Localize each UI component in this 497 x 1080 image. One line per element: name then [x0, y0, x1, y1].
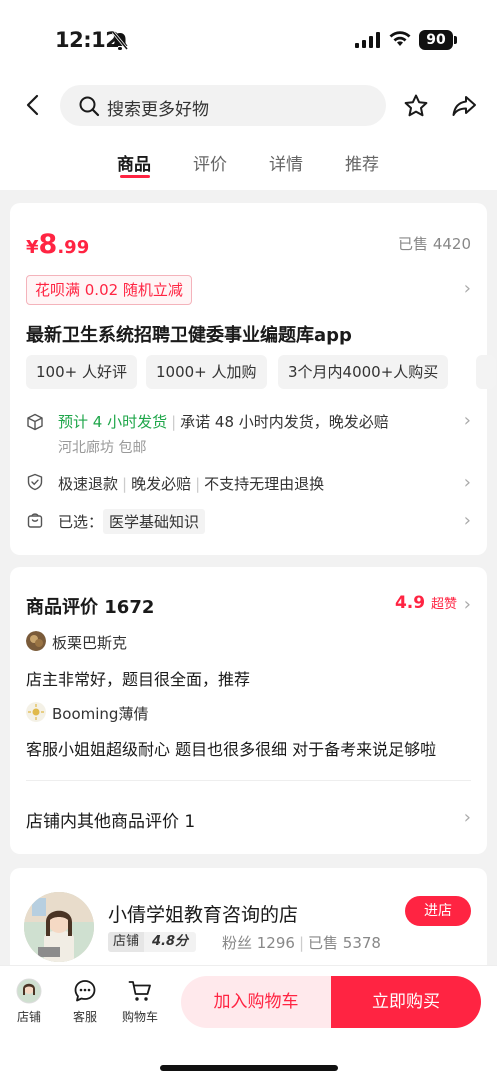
selected-variant: 医学基础知识 — [103, 509, 206, 534]
service-no-return: 不支持无理由退换 — [204, 475, 325, 493]
selected-variant-row[interactable]: 已选： 医学基础知识 — [58, 509, 206, 534]
reviewer-avatar — [26, 631, 46, 651]
status-time: 12:12 — [55, 28, 120, 52]
reviewer-avatar — [26, 702, 46, 722]
rating-tag: 超赞 — [430, 597, 457, 612]
bottom-shop-button[interactable]: 店铺 — [4, 978, 54, 1025]
rating-score: 4.9 — [394, 593, 426, 613]
chevron-right-icon: › — [463, 472, 471, 493]
reviewer-name: 板栗巴斯克 — [52, 634, 128, 652]
bottom-service-label: 客服 — [72, 1010, 97, 1024]
tab-reviews[interactable]: 评价 — [193, 150, 227, 175]
shop-badge-label: 店铺 — [108, 932, 145, 952]
reviews-card: 商品评价 1672 4.9 超赞 › 板栗巴斯克 店主非常好，题目很全面，推荐 … — [10, 567, 487, 854]
enter-shop-button[interactable]: 进店 — [405, 896, 471, 926]
active-tab-indicator — [120, 175, 150, 178]
shop-avatar-small-icon — [16, 978, 42, 1004]
reviews-rating[interactable]: 4.9 超赞 — [395, 593, 457, 613]
product-title: 最新卫生系统招聘卫健委事业编题库app — [26, 325, 352, 346]
chevron-right-icon: › — [463, 510, 471, 531]
divider — [26, 780, 471, 781]
home-indicator — [160, 1065, 338, 1071]
shipping-origin: 河北廊坊 包邮 — [58, 440, 147, 456]
selected-label: 已选： — [58, 513, 104, 531]
favorite-star-icon[interactable] — [403, 93, 429, 119]
service-guarantees-row[interactable]: 极速退款 | 晚发必赔 | 不支持无理由退换 — [58, 473, 324, 494]
reviews-title[interactable]: 商品评价 1672 — [26, 593, 154, 619]
shop-name[interactable]: 小倩学姐教育咨询的店 — [108, 900, 298, 927]
bottom-service-button[interactable]: 客服 — [60, 978, 110, 1025]
highlight-chip: 3个月内4000+人购买 — [278, 355, 449, 389]
shop-avatar[interactable] — [24, 892, 94, 962]
add-to-cart-button[interactable]: 加入购物车 — [181, 976, 331, 1028]
status-bar: 12:12 90 — [0, 0, 497, 80]
top-navigation: 搜索更多好物 商品 评价 详情 推荐 — [0, 80, 497, 190]
bottom-action-bar: 店铺 客服 购物车 加入购物车 立即购买 — [0, 965, 497, 1080]
highlight-chip: 1000+ 人加购 — [146, 355, 267, 389]
shipping-row[interactable]: 预计 4 小时发货 | 承诺 48 小时内发货，晚发必赔 — [58, 411, 389, 432]
shipping-promise: 承诺 48 小时内发货，晚发必赔 — [180, 413, 389, 431]
price-decimal: .99 — [57, 237, 90, 258]
tab-details[interactable]: 详情 — [269, 150, 303, 175]
highlight-chip: 100+ 人好评 — [26, 355, 137, 389]
shop-other-reviews[interactable]: 店铺内其他商品评价 1 — [26, 807, 195, 832]
tab-product[interactable]: 商品 — [117, 150, 151, 175]
package-icon — [27, 413, 43, 431]
bell-muted-icon — [111, 31, 129, 50]
shop-avatar-illustration — [24, 892, 94, 962]
shopping-cart-icon — [128, 981, 151, 1001]
share-icon[interactable] — [451, 93, 477, 119]
product-info-card: ¥8.99 已售 4420 花呗满 0.02 随机立减 › 最新卫生系统招聘卫健… — [10, 203, 496, 555]
bag-icon — [27, 513, 43, 528]
bottom-shop-label: 店铺 — [16, 1010, 41, 1024]
chevron-right-icon: › — [463, 278, 471, 299]
bottom-cart-label: 购物车 — [121, 1010, 158, 1024]
tab-recommend[interactable]: 推荐 — [345, 150, 379, 175]
signal-icon — [355, 32, 380, 48]
reviewer-name: Booming薄倩 — [52, 705, 149, 723]
shipping-eta: 预计 4 小时发货 — [58, 413, 168, 431]
shop-score: 4.8分 — [152, 934, 189, 949]
shop-stats: 粉丝 1296 | 已售 5378 — [222, 934, 381, 952]
highlight-chip-overflow — [476, 355, 496, 389]
shop-score-badge: 店铺 4.8分 — [108, 932, 197, 952]
chat-bubble-icon — [74, 980, 96, 1002]
bottom-cart-button[interactable]: 购物车 — [115, 978, 165, 1025]
battery-indicator: 90 — [419, 30, 453, 50]
review-text: 店主非常好，题目很全面，推荐 — [26, 670, 251, 689]
tab-bar: 商品 评价 详情 推荐 — [0, 150, 497, 190]
shop-sold: 已售 5378 — [308, 934, 381, 952]
price-integer: 8 — [38, 229, 58, 260]
search-icon — [79, 96, 100, 117]
chevron-right-icon: › — [463, 594, 471, 615]
search-input[interactable]: 搜索更多好物 — [60, 85, 386, 126]
shop-fans: 粉丝 1296 — [222, 934, 295, 952]
shield-check-icon — [27, 473, 43, 491]
chevron-right-icon: › — [463, 410, 471, 431]
service-fast-refund: 极速退款 — [58, 475, 119, 493]
search-placeholder: 搜索更多好物 — [107, 100, 209, 120]
battery-tip — [454, 36, 457, 44]
wifi-icon — [389, 31, 411, 46]
chevron-right-icon: › — [463, 807, 471, 828]
service-late-compensation: 晚发必赔 — [131, 475, 192, 493]
sold-count: 已售 4420 — [398, 235, 471, 253]
price-symbol: ¥ — [26, 237, 39, 258]
back-arrow-icon[interactable] — [22, 93, 46, 117]
review-text: 客服小姐姐超级耐心 题目也很多很细 对于备考来说足够啦 — [26, 740, 437, 759]
product-price: ¥8.99 — [26, 229, 89, 260]
promo-tag[interactable]: 花呗满 0.02 随机立减 — [26, 275, 192, 305]
buy-now-button[interactable]: 立即购买 — [331, 976, 481, 1028]
